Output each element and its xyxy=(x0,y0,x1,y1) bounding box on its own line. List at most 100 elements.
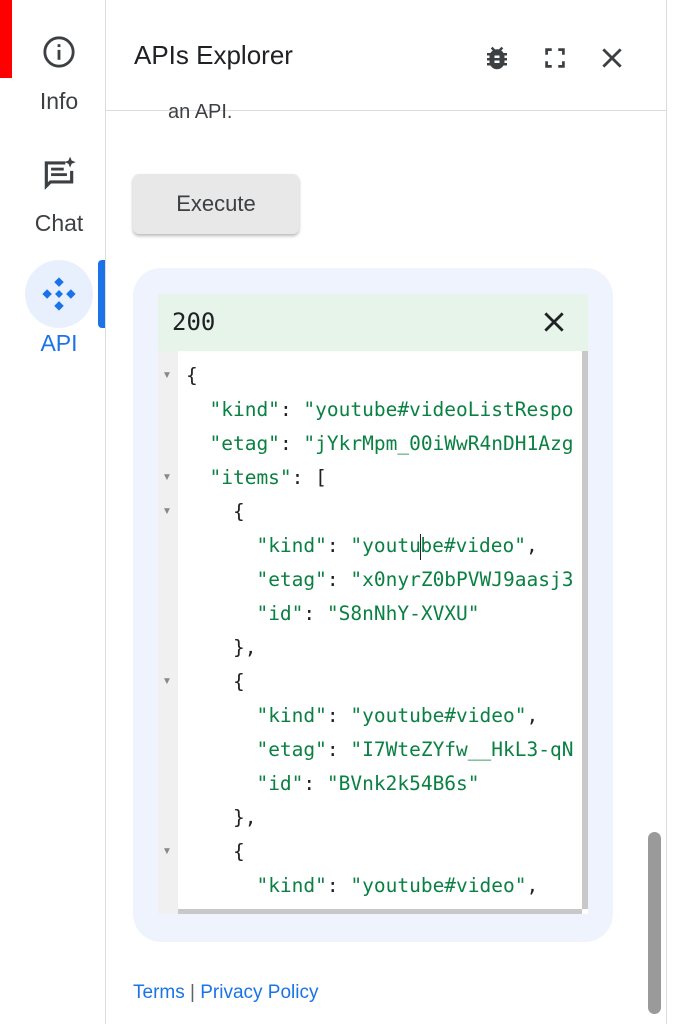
fullscreen-icon[interactable] xyxy=(535,38,575,78)
json-token-string: "items" xyxy=(209,466,292,489)
json-token-punct: : xyxy=(279,398,304,421)
json-token-string: "etag" xyxy=(256,738,327,761)
json-token-punct: : xyxy=(279,432,304,455)
rail-item-api[interactable]: API xyxy=(0,260,105,360)
json-token-string: "I7WteZYfw__HkL3-qN xyxy=(350,738,574,761)
json-token-punct: : xyxy=(303,602,327,625)
response-status-bar: 200 xyxy=(158,294,588,351)
json-token-punct: : xyxy=(326,534,351,557)
bug-icon[interactable] xyxy=(477,38,517,78)
json-token-punct xyxy=(186,738,256,761)
code-gutter xyxy=(158,351,178,914)
json-token-punct: : xyxy=(303,772,327,795)
json-token-punct: : xyxy=(326,704,351,727)
description-text: an API. xyxy=(168,101,233,121)
json-token-string: "youtube#video" xyxy=(350,704,527,727)
json-token-punct: { xyxy=(186,670,245,693)
close-response-icon[interactable] xyxy=(538,306,570,338)
terms-link[interactable]: Terms xyxy=(133,982,185,1003)
json-token-punct xyxy=(186,398,209,421)
code-line: }, xyxy=(186,631,257,665)
json-token-string: "etag" xyxy=(256,568,327,591)
code-line: "id": "S8nNhY-XVXU" xyxy=(186,597,480,631)
json-token-punct: { xyxy=(186,500,245,523)
footer-links: Terms | Privacy Policy xyxy=(133,982,318,1004)
execute-button[interactable]: Execute xyxy=(133,174,299,234)
fold-toggle-icon[interactable]: ▼ xyxy=(162,665,172,699)
json-token-punct: }, xyxy=(186,806,257,829)
privacy-policy-link[interactable]: Privacy Policy xyxy=(200,982,318,1003)
response-code-viewer[interactable]: ▼ { "kind": "youtube#videoListRespo "etag… xyxy=(158,351,588,914)
code-line: "kind": "youtube#videoListRespo xyxy=(186,393,573,427)
rail-label-chat: Chat xyxy=(34,210,84,236)
json-token-string: "S8nNhY-XVXU" xyxy=(326,602,480,625)
code-line: { xyxy=(186,359,198,393)
json-token-string: "BVnk2k54B6s" xyxy=(326,772,480,795)
json-token-punct: , xyxy=(526,534,538,557)
json-token-string: "youtube#videoListRespo xyxy=(303,398,574,421)
rail-item-info[interactable]: Info xyxy=(0,18,105,118)
json-token-string: "etag" xyxy=(209,432,280,455)
json-token-punct xyxy=(186,874,256,897)
json-token-string: "kind" xyxy=(256,874,327,897)
code-vertical-scrollbar[interactable] xyxy=(582,351,588,909)
json-token-punct: , xyxy=(526,704,539,727)
panel-header: APIs Explorer xyxy=(106,0,666,111)
rail-label-api: API xyxy=(40,330,78,356)
json-token-string: be#video" xyxy=(420,534,527,557)
json-token-string: "jYkrMpm_00iWwR4nDH1Azg xyxy=(303,432,574,455)
json-token-string: "x0nyrZ0bPVWJ9aasj3 xyxy=(350,568,574,591)
json-token-punct xyxy=(186,704,256,727)
api-diamond-icon xyxy=(25,260,93,328)
code-line: "etag": "x0nyrZ0bPVWJ9aasj3 xyxy=(186,563,573,597)
json-token-punct: : [ xyxy=(291,466,327,489)
rail-item-chat[interactable]: Chat xyxy=(0,140,105,240)
fold-toggle-icon[interactable]: ▼ xyxy=(162,359,172,393)
rail-label-info: Info xyxy=(39,88,79,114)
code-line: "id": "BVnk2k54B6s" xyxy=(186,767,480,801)
code-line: }, xyxy=(186,801,257,835)
code-line: "kind": "youtube#video", xyxy=(186,529,538,563)
json-token-punct xyxy=(186,772,256,795)
json-token-string: "youtu xyxy=(350,534,421,557)
json-token-string: "kind" xyxy=(256,704,327,727)
json-token-string: "youtube#video" xyxy=(350,874,527,897)
code-line: "etag": "I7WteZYfw__HkL3-qN xyxy=(186,733,573,767)
json-token-string: "id" xyxy=(256,772,304,795)
json-token-punct xyxy=(186,568,256,591)
fold-toggle-icon[interactable]: ▼ xyxy=(162,495,172,529)
json-token-string: "kind" xyxy=(256,534,327,557)
active-indicator xyxy=(98,260,105,328)
code-line: { xyxy=(186,665,245,699)
side-rail: Info Chat API xyxy=(0,0,106,1024)
json-token-string: "id" xyxy=(256,602,304,625)
json-token-punct: : xyxy=(326,738,351,761)
code-line: "etag": "jYkrMpm_00iWwR4nDH1Azg xyxy=(186,427,573,461)
json-token-punct: { xyxy=(186,364,198,387)
json-token-punct: { xyxy=(186,840,245,863)
close-icon[interactable] xyxy=(592,38,632,78)
code-line: "items": [ xyxy=(186,461,327,495)
code-line: "kind": "youtube#video", xyxy=(186,869,538,903)
response-status-code: 200 xyxy=(172,308,216,336)
json-token-punct xyxy=(186,534,256,557)
json-token-punct: }, xyxy=(186,636,257,659)
json-token-punct: : xyxy=(326,874,351,897)
footer-separator: | xyxy=(190,982,195,1003)
code-line: { xyxy=(186,835,245,869)
fold-toggle-icon[interactable]: ▼ xyxy=(162,835,172,869)
panel-divider xyxy=(666,0,667,1024)
json-token-punct xyxy=(186,432,209,455)
json-token-punct xyxy=(186,602,256,625)
code-line: { xyxy=(186,495,245,529)
code-horizontal-scrollbar[interactable] xyxy=(178,909,582,914)
json-token-punct: , xyxy=(526,874,539,897)
page-scrollbar-thumb[interactable] xyxy=(648,832,661,1014)
json-token-punct xyxy=(186,466,209,489)
panel-title: APIs Explorer xyxy=(134,40,293,70)
json-token-string: "kind" xyxy=(209,398,280,421)
fold-toggle-icon[interactable]: ▼ xyxy=(162,461,172,495)
json-token-punct: : xyxy=(326,568,351,591)
chat-spark-icon xyxy=(25,140,93,208)
info-icon xyxy=(25,18,93,86)
